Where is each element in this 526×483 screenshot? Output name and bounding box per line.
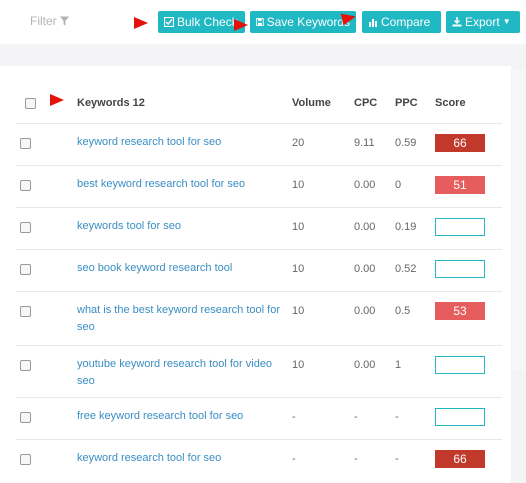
column-header-ppc[interactable]: PPC [395,97,418,109]
bar-chart-icon [369,19,377,27]
row-checkbox[interactable] [20,454,31,465]
scrollbar-thumb[interactable] [512,70,525,370]
check-square-icon [164,17,174,27]
cpc-value: 9.11 [354,137,375,149]
export-label: Export [465,15,500,29]
score-badge: 66 [435,134,485,152]
score-badge: 66 [435,450,485,468]
cpc-value: 0.00 [354,221,376,233]
select-all-checkbox[interactable] [25,98,36,109]
cpc-value: 0.00 [354,179,376,191]
volume-value: 10 [292,179,305,191]
ppc-value: 0 [395,179,402,191]
column-header-cpc[interactable]: CPC [354,97,377,109]
separator-bar [0,44,526,66]
ppc-value: 0.5 [395,305,411,317]
keyword-link[interactable]: keyword research tool for seo [77,450,283,467]
table-row: best keyword research tool for seo 10 0.00… [16,165,502,207]
row-checkbox[interactable] [20,264,31,275]
export-button[interactable]: Export ▼ [446,11,520,33]
volume-value: 10 [292,359,305,371]
check-score-button[interactable]: Check [435,356,485,374]
ppc-value: - [395,453,399,465]
cpc-value: 0.00 [354,305,376,317]
keyword-link[interactable]: what is the best keyword research tool f… [77,302,283,336]
filter-label: Filter [30,14,57,28]
cpc-value: - [354,411,358,423]
keyword-link[interactable]: seo book keyword research tool [77,260,283,277]
ppc-value: 0.19 [395,221,417,233]
volume-value: 10 [292,305,305,317]
check-score-button[interactable]: Check [435,260,485,278]
volume-value: 10 [292,263,305,275]
ppc-value: 0.52 [395,263,417,275]
row-checkbox[interactable] [20,360,31,371]
table-row: what is the best keyword research tool f… [16,291,502,345]
volume-value: - [292,453,296,465]
ppc-value: 1 [395,359,402,371]
annotation-arrow [134,17,148,29]
cpc-value: - [354,453,358,465]
table-row: seo book keyword research tool 10 0.00 0.52… [16,249,502,291]
keyword-link[interactable]: youtube keyword research tool for video … [77,356,283,390]
table-row: free keyword research tool for seo - - - Che… [16,397,502,439]
funnel-icon [59,16,69,26]
cpc-value: 0.00 [354,263,376,275]
annotation-arrow [234,19,248,31]
table-row: keyword research tool for seo 20 9.11 0.59 6… [16,123,502,165]
ppc-value: 0.59 [395,137,417,149]
column-header-score[interactable]: Score [435,97,466,109]
score-badge: 51 [435,176,485,194]
download-icon [452,17,462,27]
bulk-check-button[interactable]: Bulk Check [158,11,245,33]
keyword-link[interactable]: keyword research tool for seo [77,134,283,151]
row-checkbox[interactable] [20,180,31,191]
compare-button[interactable]: Compare [362,11,441,33]
cpc-value: 0.00 [354,359,376,371]
table-row: youtube keyword research tool for video … [16,345,502,397]
caret-down-icon: ▼ [502,17,511,26]
row-checkbox[interactable] [20,412,31,423]
row-checkbox[interactable] [20,138,31,149]
volume-value: 10 [292,221,305,233]
compare-label: Compare [381,15,431,29]
keyword-link[interactable]: keywords tool for seo [77,218,283,235]
toolbar: Filter Bulk Check Save Keywords Compare … [0,0,526,44]
save-icon [256,18,264,26]
annotation-arrow [50,94,64,106]
filter-toggle[interactable]: Filter [30,14,69,28]
table-row: keyword research tool for seo - - -66 [16,439,502,481]
bulk-check-label: Bulk Check [177,15,238,29]
save-keywords-label: Save Keywords [266,15,350,29]
column-header-volume[interactable]: Volume [292,97,331,109]
check-score-button[interactable]: Check [435,408,485,426]
volume-value: - [292,411,296,423]
row-checkbox[interactable] [20,222,31,233]
table-row: keywords tool for seo 10 0.00 0.19 Check [16,207,502,249]
volume-value: 20 [292,137,305,149]
ppc-value: - [395,411,399,423]
row-checkbox[interactable] [20,306,31,317]
score-badge: 53 [435,302,485,320]
keyword-link[interactable]: best keyword research tool for seo [77,176,283,193]
column-header-keywords[interactable]: Keywords 12 [77,97,145,109]
keyword-link[interactable]: free keyword research tool for seo [77,408,283,425]
check-score-button[interactable]: Check [435,218,485,236]
